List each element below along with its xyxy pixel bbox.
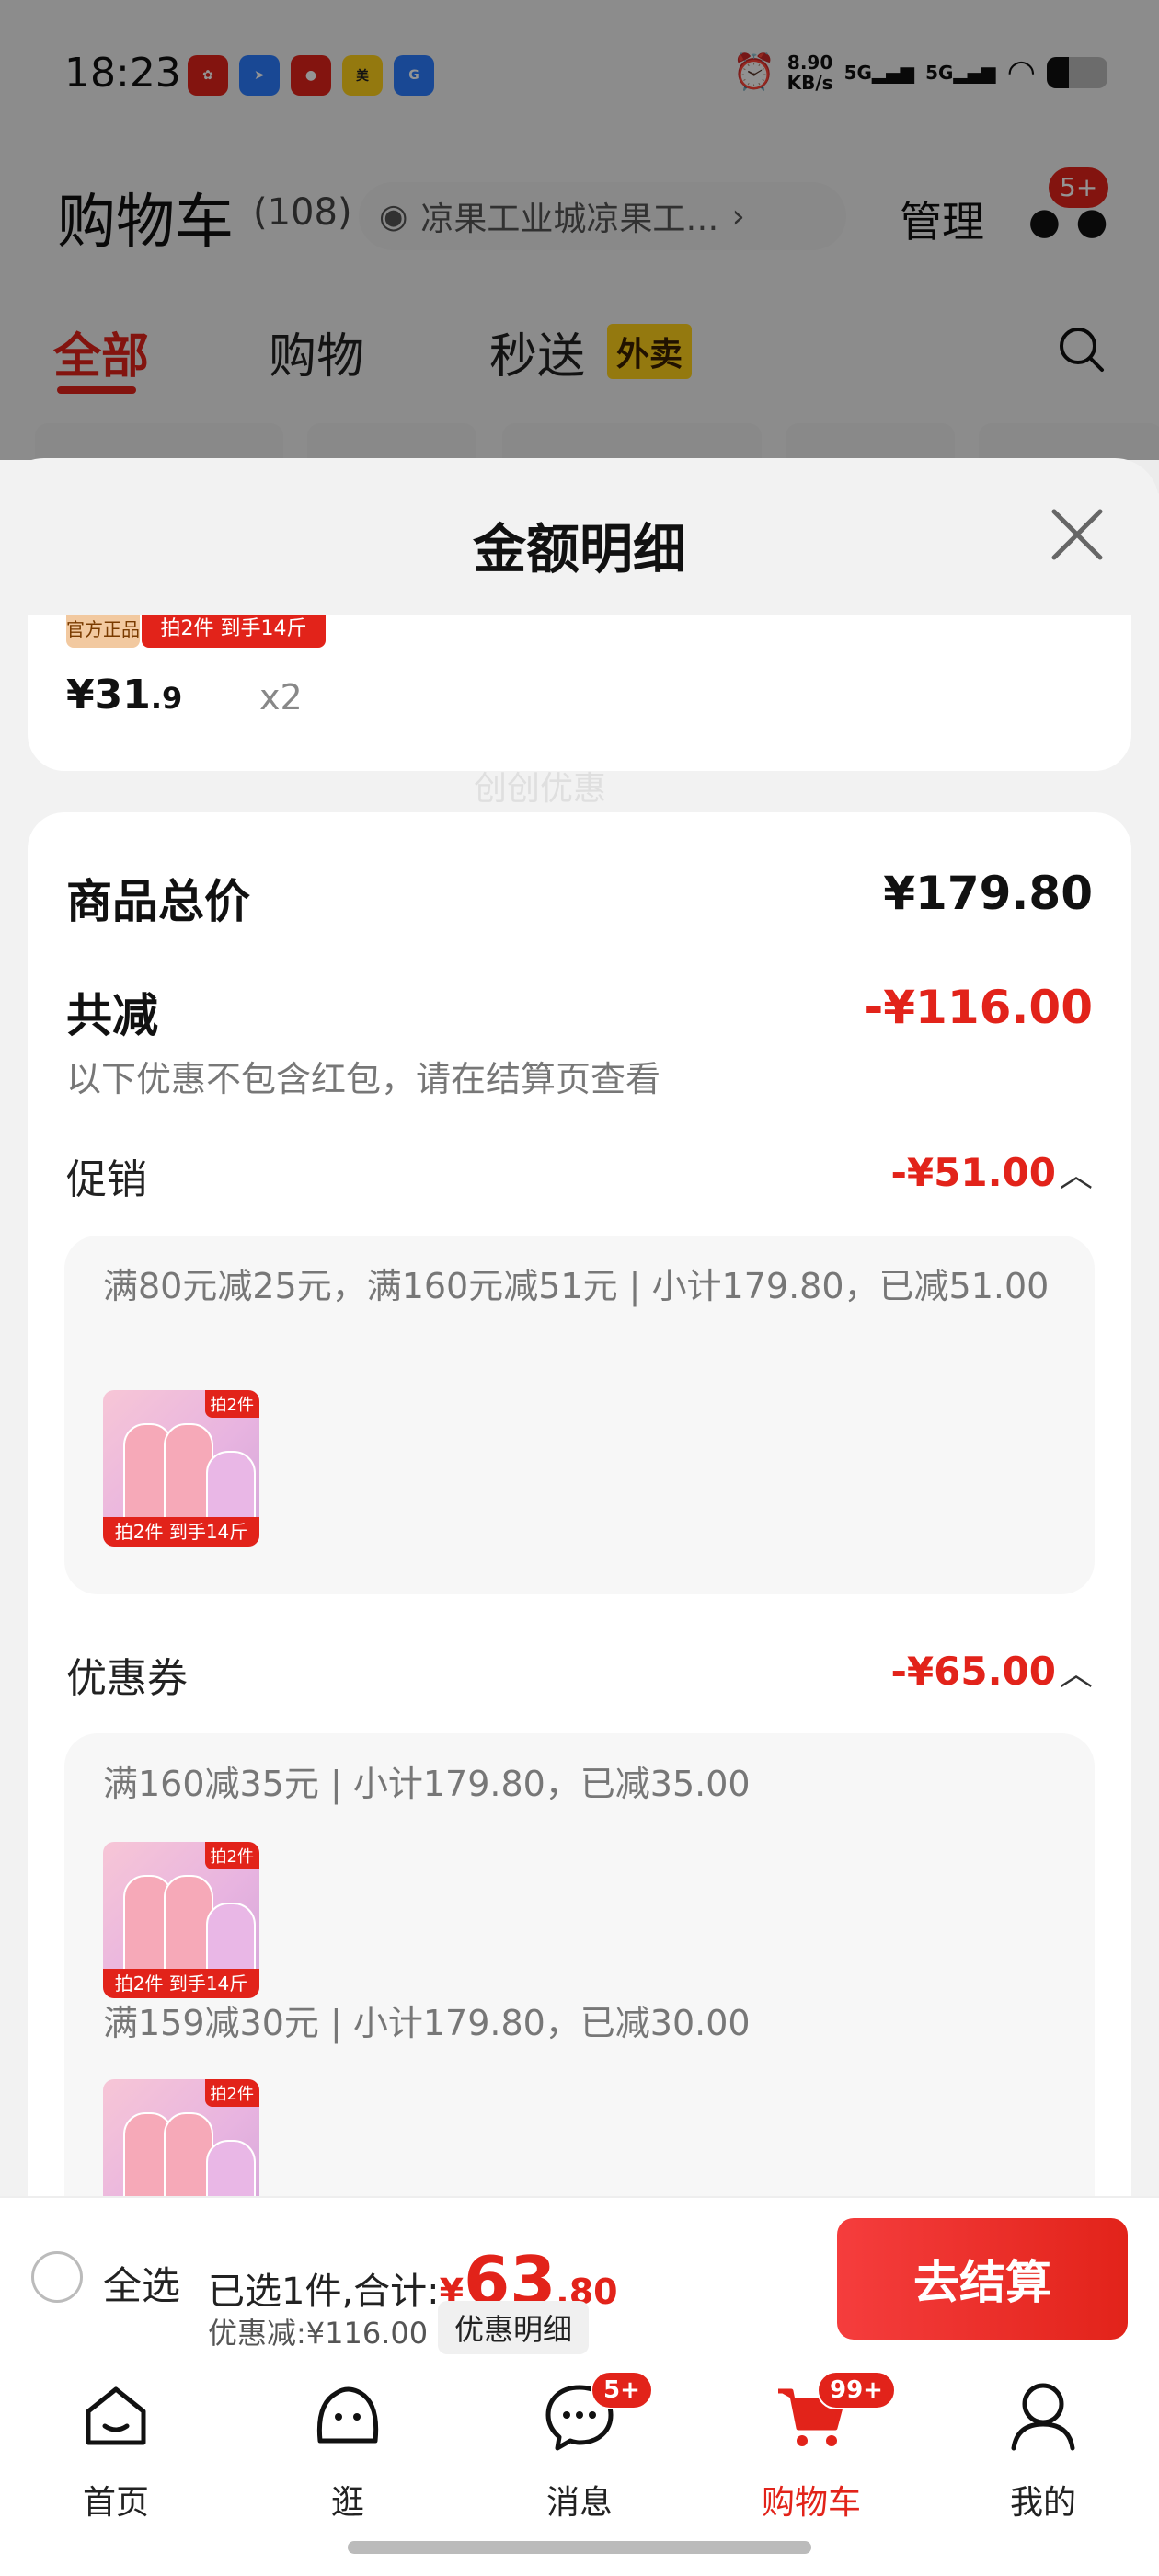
nav-home[interactable]: 首页	[42, 2376, 189, 2522]
coupon-label: 优惠券	[66, 1655, 188, 1702]
explore-icon	[316, 2386, 379, 2444]
profile-icon	[1011, 2383, 1075, 2451]
reduce-value: -¥116.00	[864, 981, 1094, 1034]
total-label: 商品总价	[66, 875, 250, 928]
coupon-note-1: 满160减35元 | 小计179.80，已减35.00	[103, 1764, 751, 1804]
discount-detail-button[interactable]: 优惠明细	[438, 2301, 590, 2354]
promo-note: 满80元减25元，满160元减51元 | 小计179.80，已减51.00	[103, 1266, 1050, 1306]
status-time: 18:23	[64, 50, 181, 97]
takeout-tag: 外卖	[607, 324, 693, 379]
watermark: 创创优惠	[474, 770, 607, 808]
coupon-note-2: 满159减30元 | 小计179.80，已减30.00	[103, 2003, 751, 2043]
tab-all[interactable]: 全部	[53, 317, 149, 386]
app-icon-2: ➤	[239, 55, 280, 96]
app-icon-1: ✿	[188, 55, 228, 96]
status-right: ⏰ 8.90 KB/s 5G▂▄▆ 5G▂▄▆ ◠	[732, 52, 1107, 93]
cart-count: (108)	[253, 191, 352, 234]
signal-icon-2: 5G▂▄▆	[925, 61, 996, 84]
promo-detail-box: 满80元减25元，满160元减51元 | 小计179.80，已减51.00 拍2…	[64, 1236, 1095, 1594]
select-all-radio[interactable]	[31, 2251, 83, 2303]
chevron-up-icon[interactable]: ︿	[1060, 1148, 1093, 1196]
checkout-bar: 全选 已选1件,合计:¥63.80 优惠减:¥116.00 优惠明细 去结算	[0, 2196, 1159, 2358]
nav-cart[interactable]: 99+ 购物车	[738, 2371, 896, 2522]
app-icon-5: G	[394, 55, 434, 96]
more-badge: 5+	[1049, 167, 1109, 208]
nav-explore-label: 逛	[330, 2484, 364, 2522]
promo-label: 促销	[66, 1156, 147, 1203]
promo-value[interactable]: -¥51.00	[890, 1150, 1056, 1195]
nav-explore[interactable]: 逛	[274, 2376, 421, 2522]
net-speed: 8.90 KB/s	[786, 51, 833, 94]
nav-messages[interactable]: 5+ 消息	[506, 2371, 653, 2522]
battery-icon	[1047, 56, 1107, 88]
nav-messages-label: 消息	[545, 2484, 613, 2522]
address-selector[interactable]: ◉ 凉果工业城凉果工… ›	[359, 182, 846, 250]
alarm-icon: ⏰	[732, 52, 776, 92]
nav-cart-label: 购物车	[761, 2484, 861, 2522]
home-icon	[86, 2386, 146, 2445]
tab-shopping[interactable]: 购物	[269, 317, 364, 386]
home-indicator[interactable]	[348, 2541, 811, 2554]
coupon-value[interactable]: -¥65.00	[890, 1649, 1056, 1694]
tab-instant[interactable]: 秒送	[489, 317, 585, 386]
total-value: ¥179.80	[883, 867, 1093, 920]
reduce-label: 共减	[66, 989, 158, 1042]
item-price: ¥31.9	[66, 672, 183, 719]
messages-badge: 5+	[591, 2371, 653, 2409]
signal-icon-1: 5G▂▄▆	[843, 61, 915, 84]
nav-home-label: 首页	[82, 2484, 149, 2522]
reduce-note: 以下优惠不包含红包，请在结算页查看	[66, 1059, 661, 1099]
address-text: 凉果工业城凉果工…	[420, 201, 719, 238]
app-icon-3: ●	[291, 55, 331, 96]
eye-icon: ◉	[379, 197, 408, 236]
promo-tag: 拍2件 到手14斤	[142, 615, 326, 648]
chevron-up-icon[interactable]: ︿	[1060, 1647, 1093, 1695]
item-card: 官方正品 拍2件 到手14斤 ¥31.9 x2	[28, 615, 1131, 771]
nav-profile[interactable]: 我的	[970, 2376, 1117, 2522]
wifi-icon: ◠	[1006, 53, 1036, 91]
product-thumbnail: 拍2件 拍2件 到手14斤	[103, 1390, 259, 1547]
manage-button[interactable]: 管理	[900, 189, 984, 249]
app-icon-meituan: 美	[342, 55, 383, 96]
item-qty: x2	[259, 677, 303, 718]
page-title: 购物车	[57, 189, 234, 257]
checkout-button[interactable]: 去结算	[837, 2218, 1128, 2340]
search-icon[interactable]	[1056, 324, 1107, 379]
chevron-right-icon: ›	[731, 197, 745, 236]
cart-badge: 99+	[817, 2371, 896, 2409]
sheet-title: 金额明细	[472, 518, 686, 581]
tab-indicator	[57, 386, 136, 394]
product-thumbnail: 拍2件 拍2件 到手14斤	[103, 1842, 259, 1998]
select-all-label[interactable]: 全选	[103, 2255, 180, 2311]
discount-text: 优惠减:¥116.00	[208, 2316, 429, 2351]
close-icon[interactable]	[1047, 504, 1107, 565]
official-tag: 官方正品	[66, 615, 140, 648]
nav-profile-label: 我的	[1009, 2484, 1076, 2522]
